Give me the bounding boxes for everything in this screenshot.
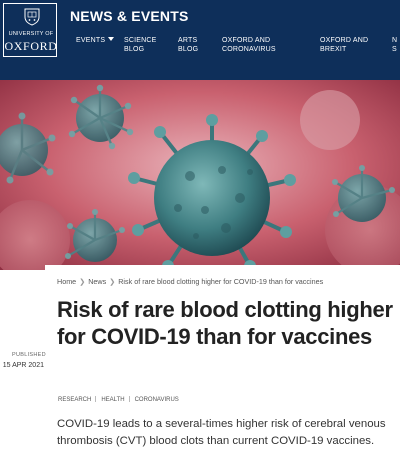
- nav-item-label: BREXIT: [320, 46, 347, 53]
- nav-item-events[interactable]: EVENTS: [76, 36, 115, 45]
- site-title[interactable]: NEWS & EVENTS: [70, 8, 189, 24]
- nav-item-label: N: [392, 37, 398, 44]
- breadcrumb-home-link[interactable]: Home: [57, 277, 76, 286]
- article-summary: COVID-19 leads to a several-times higher…: [57, 418, 386, 447]
- coronavirus-illustration: [0, 80, 400, 270]
- chevron-right-icon: ❯: [79, 277, 86, 286]
- oxford-logo[interactable]: UNIVERSITY OF OXFORD: [0, 0, 60, 60]
- hero-image: [0, 80, 400, 270]
- tag-list: RESEARCH HEALTH CORONAVIRUS: [57, 396, 183, 403]
- logo-text-oxford: OXFORD: [4, 39, 58, 53]
- breadcrumb-news-link[interactable]: News: [88, 277, 106, 286]
- nav-item-label: OXFORD AND: [320, 37, 369, 44]
- nav-item-more[interactable]: N S: [392, 36, 397, 54]
- nav-item-label: ARTS: [178, 37, 198, 44]
- nav-item-label: SCIENCE: [124, 37, 157, 44]
- site-header: UNIVERSITY OF OXFORD NEWS & EVENTS EVENT…: [0, 0, 400, 80]
- nav-item-label: BLOG: [124, 46, 145, 53]
- nav-item-events-label: EVENTS: [76, 37, 106, 44]
- published-date: 15 APR 2021: [2, 362, 44, 369]
- tag-research[interactable]: RESEARCH: [57, 397, 92, 403]
- tag-coronavirus[interactable]: CORONAVIRUS: [134, 397, 180, 403]
- chevron-down-icon: [108, 37, 115, 41]
- published-label: PUBLISHED: [12, 352, 46, 358]
- nav-item-oxford-and-coronavirus[interactable]: OXFORD AND CORONAVIRUS: [222, 36, 276, 54]
- tag-divider: [95, 396, 97, 402]
- nav-item-arts-blog[interactable]: ARTS BLOG: [178, 36, 198, 54]
- breadcrumb-current: Risk of rare blood clotting higher for C…: [118, 277, 324, 286]
- page-title: Risk of rare blood clotting higher for C…: [57, 297, 393, 349]
- nav-item-label: S: [392, 46, 397, 53]
- tag-health[interactable]: HEALTH: [100, 397, 125, 403]
- nav-item-label: OXFORD AND: [222, 37, 271, 44]
- nav-item-label: CORONAVIRUS: [222, 46, 276, 53]
- crest-icon: [24, 8, 40, 26]
- chevron-right-icon: ❯: [109, 277, 116, 286]
- nav-item-oxford-and-brexit[interactable]: OXFORD AND BREXIT: [320, 36, 368, 54]
- breadcrumb: Home ❯ News ❯ Risk of rare blood clotting hi…: [57, 277, 323, 286]
- nav-item-science-blog[interactable]: SCIENCE BLOG: [124, 36, 157, 54]
- logo-text-university-of: UNIVERSITY OF: [8, 31, 54, 37]
- tag-divider: [128, 396, 130, 402]
- nav-item-label: BLOG: [178, 46, 199, 53]
